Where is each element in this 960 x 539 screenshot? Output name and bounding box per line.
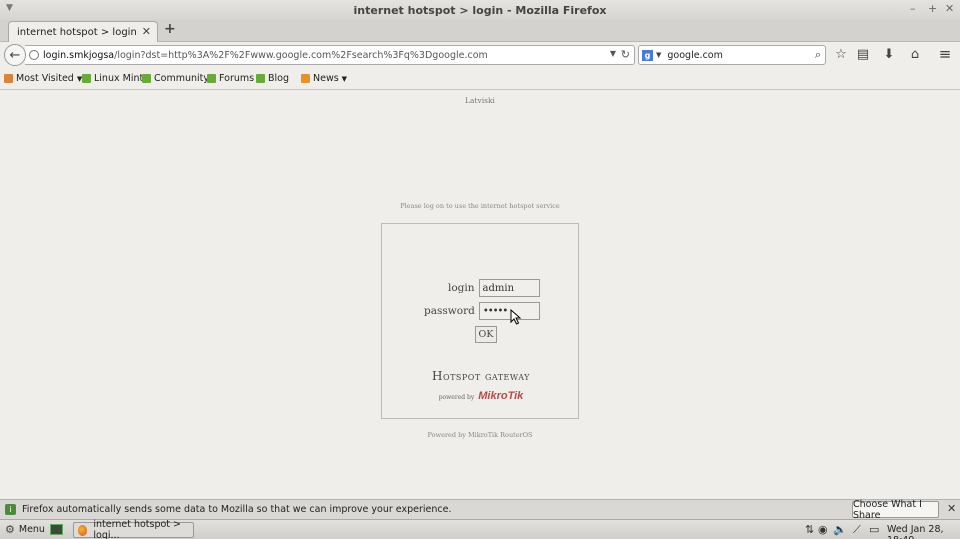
firefox-icon: [78, 524, 88, 536]
window-title-bar: ▼ internet hotspot > login - Mozilla Fir…: [0, 0, 960, 20]
maximize-icon[interactable]: +: [928, 2, 937, 15]
bookmarks-bar: Most Visited ▼ Linux Mint Community Forum…: [0, 68, 960, 90]
notification-bar: i Firefox automatically sends some data …: [0, 499, 960, 521]
tab-hotspot-login[interactable]: internet hotspot > login ✕: [8, 21, 158, 43]
bookmark-community[interactable]: Community: [142, 73, 209, 84]
powered-by-mikrotik: powered by MikroTik: [382, 389, 580, 402]
window-menu-icon[interactable]: ▼: [6, 3, 13, 13]
search-input[interactable]: google.com: [667, 50, 722, 61]
site-identity-icon[interactable]: [29, 50, 39, 60]
mikrotik-logo: MikroTik: [478, 390, 524, 402]
language-link-label[interactable]: Latviski: [465, 96, 495, 105]
ok-button[interactable]: OK: [475, 326, 497, 343]
update-shield-icon[interactable]: ◉: [818, 523, 828, 536]
mint-icon: [256, 74, 265, 83]
taskbar: ⚙ Menu internet hotspot > logi... ⇅ ◉ 🔈 …: [0, 519, 960, 539]
bookmark-label: Linux Mint: [94, 73, 144, 84]
wifi-icon[interactable]: ⟋: [853, 523, 861, 537]
notification-text: Firefox automatically sends some data to…: [22, 504, 452, 515]
search-bar[interactable]: g ▼ google.com ⌕: [638, 45, 826, 65]
url-history-dropdown-icon[interactable]: ▼: [610, 49, 616, 58]
bookmark-star-icon[interactable]: ☆: [833, 46, 849, 62]
clock[interactable]: Wed Jan 28, 18:49: [887, 524, 960, 539]
bookmark-news[interactable]: News ▼: [301, 73, 347, 84]
network-icon[interactable]: ⇅: [805, 523, 814, 536]
login-box: login admin password ••••• OK Hotspot ga…: [381, 223, 579, 419]
url-bar[interactable]: login.smkjogsa/login?dst=http%3A%2F%2Fww…: [25, 45, 635, 65]
bookmark-blog[interactable]: Blog: [256, 73, 289, 84]
choose-what-i-share-button[interactable]: Choose What I Share: [852, 499, 939, 521]
language-link[interactable]: Latviski: [0, 96, 960, 105]
bookmark-label: Most Visited: [16, 73, 74, 84]
login-row: login admin: [448, 279, 540, 297]
back-arrow-icon: ←: [9, 47, 21, 63]
bookmark-most-visited[interactable]: Most Visited ▼: [4, 73, 82, 84]
footer-text: Powered by MikroTik RouterOS: [427, 431, 533, 439]
most-visited-icon: [4, 74, 13, 83]
new-tab-icon[interactable]: +: [164, 21, 176, 37]
powered-by-label: powered by: [438, 394, 475, 401]
tab-label: internet hotspot > login: [17, 27, 137, 38]
bookmark-label: Community: [154, 73, 209, 84]
url-host: login.smkjogsa: [43, 49, 115, 61]
google-icon[interactable]: g: [642, 49, 653, 61]
menu-label: Menu: [18, 524, 45, 535]
gear-icon: ⚙: [5, 523, 15, 536]
start-menu-button[interactable]: ⚙ Menu: [5, 523, 45, 536]
url-path: /login?dst=http%3A%2F%2Fwww.google.com%2…: [114, 49, 488, 61]
bookmark-forums[interactable]: Forums: [207, 73, 254, 84]
hotspot-gateway-title: Hotspot gateway: [432, 369, 530, 383]
mint-icon: [207, 74, 216, 83]
url-text[interactable]: login.smkjogsa/login?dst=http%3A%2F%2Fww…: [43, 50, 603, 61]
bookmarks-list-icon[interactable]: ▤: [855, 46, 871, 62]
reload-icon[interactable]: ↻: [621, 48, 630, 61]
taskbar-window-firefox[interactable]: internet hotspot > logi...: [73, 519, 194, 539]
mint-icon: [142, 74, 151, 83]
password-label: password: [424, 305, 475, 317]
mint-icon: [82, 74, 91, 83]
login-prompt: Please log on to use the internet hotspo…: [400, 202, 560, 210]
bookmark-label: Blog: [268, 73, 289, 84]
home-icon[interactable]: ⌂: [907, 46, 923, 62]
mouse-pointer-icon: [510, 309, 522, 325]
password-row: password •••••: [424, 302, 540, 320]
battery-icon[interactable]: ▭: [869, 523, 879, 536]
page-content: Latviski Please log on to use the intern…: [0, 90, 960, 499]
volume-icon[interactable]: 🔈: [833, 523, 847, 536]
menu-hamburger-icon[interactable]: ≡: [937, 45, 953, 63]
window-title: internet hotspot > login - Mozilla Firef…: [353, 3, 607, 17]
bookmark-label: News: [313, 73, 339, 84]
login-label: login: [448, 282, 475, 294]
terminal-icon[interactable]: [50, 524, 63, 535]
downloads-icon[interactable]: ⬇: [881, 46, 897, 62]
back-button[interactable]: ←: [4, 44, 26, 66]
minimize-icon[interactable]: –: [910, 2, 916, 15]
info-icon: i: [5, 504, 16, 515]
search-engine-dropdown-icon[interactable]: ▼: [656, 51, 661, 59]
close-window-icon[interactable]: ✕: [945, 2, 954, 15]
tab-strip: internet hotspot > login ✕ +: [0, 20, 960, 43]
bookmark-label: Forums: [219, 73, 255, 84]
bookmark-linux-mint[interactable]: Linux Mint: [82, 73, 143, 84]
login-input[interactable]: admin: [478, 279, 540, 297]
rss-icon: [301, 74, 310, 83]
search-icon[interactable]: ⌕: [815, 48, 821, 62]
close-notification-icon[interactable]: ✕: [947, 502, 956, 515]
tab-close-icon[interactable]: ✕: [142, 25, 151, 38]
navigation-bar: login.smkjogsa/login?dst=http%3A%2F%2Fww…: [0, 42, 960, 68]
taskbar-window-label: internet hotspot > logi...: [93, 519, 182, 539]
chevron-down-icon: ▼: [341, 74, 348, 83]
